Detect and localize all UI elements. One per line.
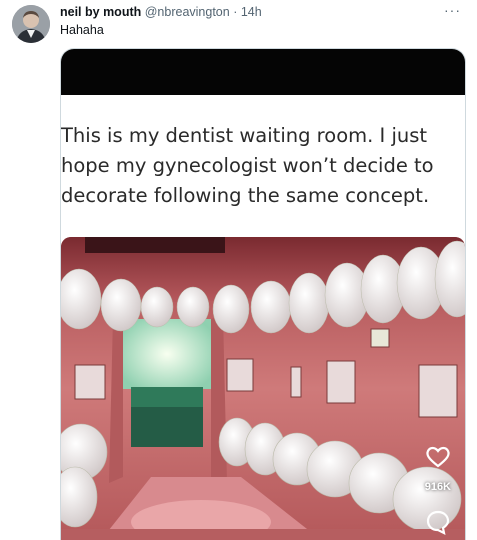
separator-dot: ·	[233, 5, 238, 19]
caption-line: decorate following the same concept.	[61, 184, 430, 207]
media-black-bar	[61, 49, 465, 95]
avatar[interactable]	[12, 5, 50, 43]
avatar-photo	[12, 5, 50, 43]
timestamp[interactable]: 14h	[241, 5, 262, 19]
tweet[interactable]: neil by mouth @nbreavington · 14h ··· Ha…	[0, 0, 477, 540]
view-count: 916K	[424, 481, 451, 493]
tweet-text: Hahaha	[60, 23, 104, 37]
waiting-room-photo	[61, 237, 465, 540]
caption-line: hope my gynecologist won’t decide to	[61, 154, 434, 177]
author-name[interactable]: neil by mouth	[60, 5, 141, 19]
caption-line: This is my dentist waiting room. I just	[61, 124, 428, 147]
author-handle[interactable]: @nbreavington	[145, 5, 230, 19]
heart-icon[interactable]	[425, 445, 451, 474]
speech-bubble-icon[interactable]	[425, 509, 451, 540]
more-options-icon[interactable]: ···	[444, 2, 461, 18]
tweet-header: neil by mouth @nbreavington · 14h	[60, 5, 262, 19]
tweet-media[interactable]: This is my dentist waiting room. I just …	[60, 48, 466, 540]
media-caption: This is my dentist waiting room. I just …	[61, 121, 465, 211]
